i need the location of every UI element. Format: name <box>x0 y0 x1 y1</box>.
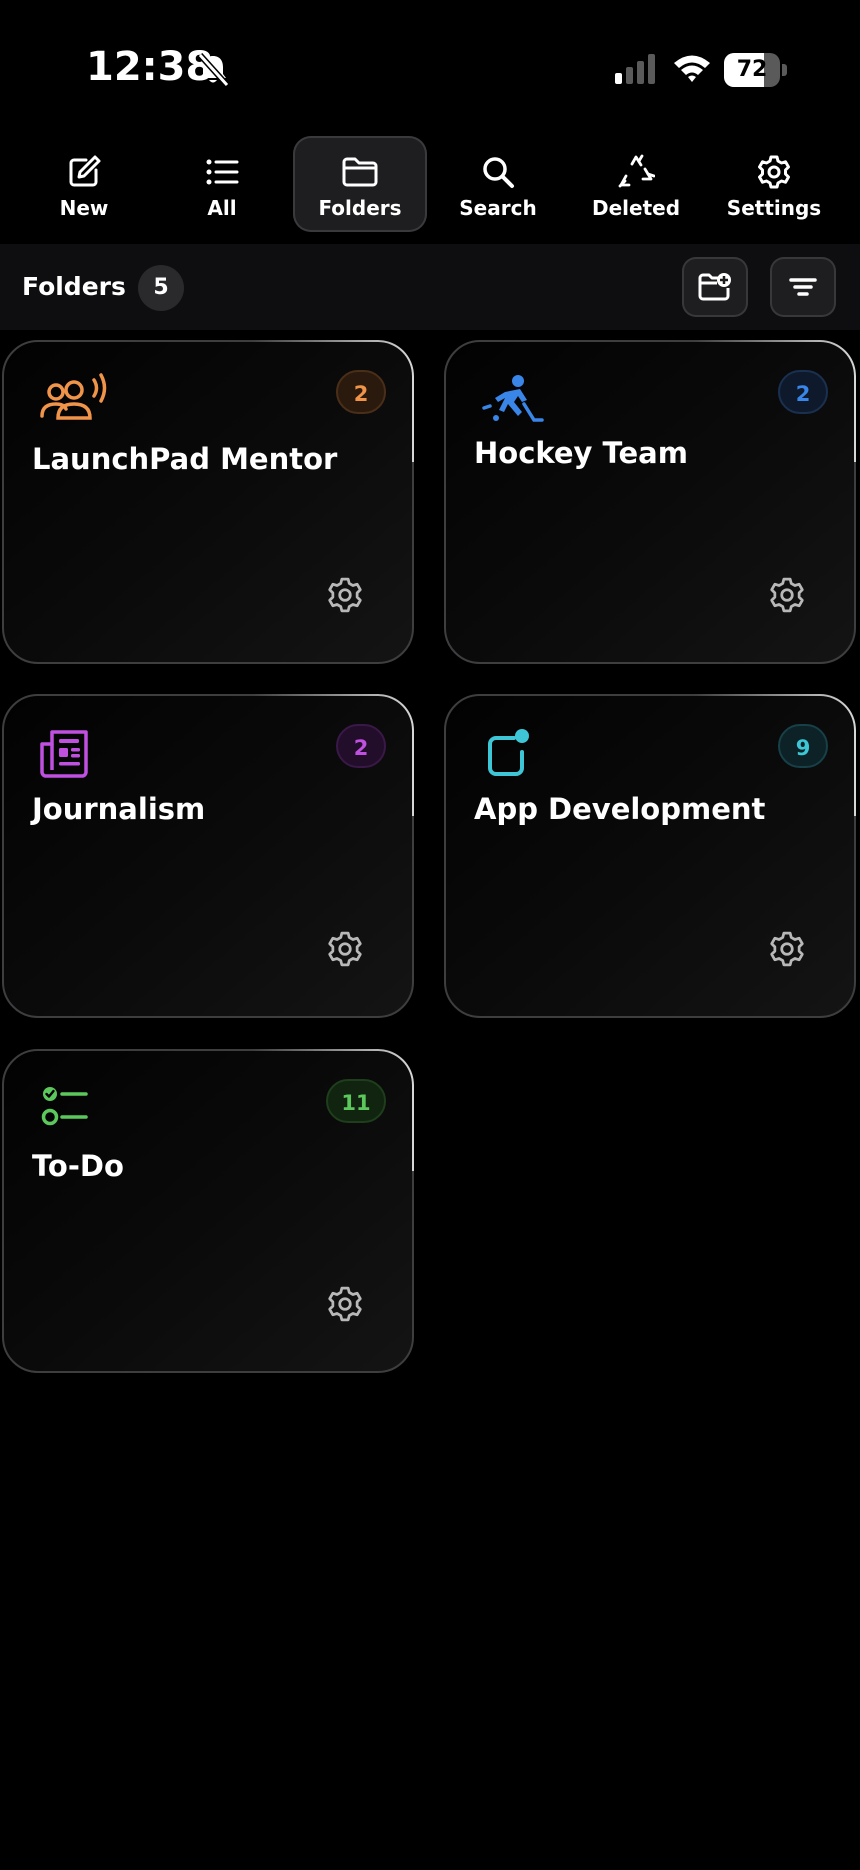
new-folder-button[interactable] <box>682 257 748 317</box>
folder-settings-gear-icon[interactable] <box>326 1285 364 1323</box>
nav-folders-label: Folders <box>318 196 402 220</box>
nav-folders[interactable]: Folders <box>293 136 427 232</box>
folder-count-badge: 9 <box>778 724 828 768</box>
folder-card-to-do[interactable]: 11 To-Do <box>2 1049 414 1373</box>
checklist-icon <box>41 1087 88 1126</box>
folder-count-badge: 5 <box>138 265 184 311</box>
folder-card-journalism[interactable]: 2 Journalism <box>2 694 414 1018</box>
nav-search-label: Search <box>459 196 537 220</box>
folder-name: LaunchPad Mentor <box>32 442 338 476</box>
search-icon <box>483 157 514 188</box>
folder-count-badge: 11 <box>326 1079 386 1123</box>
folder-count-badge: 2 <box>778 370 828 414</box>
folder-name: Journalism <box>32 792 206 826</box>
folder-name: To-Do <box>32 1149 124 1183</box>
folder-settings-gear-icon[interactable] <box>326 930 364 968</box>
sort-button[interactable] <box>770 257 836 317</box>
recycle-icon <box>618 154 655 188</box>
nav-deleted[interactable]: Deleted <box>569 136 703 232</box>
nav-deleted-label: Deleted <box>591 196 681 220</box>
folder-plus-icon <box>698 273 731 301</box>
app-badge-icon <box>488 729 529 776</box>
folder-card-app-development[interactable]: 9 App Development <box>444 694 856 1018</box>
folder-name: Hockey Team <box>474 436 688 470</box>
battery-indicator: 72 <box>724 53 787 87</box>
folder-settings-gear-icon[interactable] <box>768 576 806 614</box>
hockey-player-icon <box>482 375 544 422</box>
list-icon <box>206 159 239 185</box>
bell-slash-icon <box>197 52 230 88</box>
folder-settings-gear-icon[interactable] <box>326 576 364 614</box>
nav-all[interactable]: All <box>155 136 289 232</box>
battery-percent: 72 <box>736 57 768 82</box>
people-speaking-icon <box>40 373 107 420</box>
newspaper-icon <box>40 730 88 778</box>
sort-lines-icon <box>789 278 817 296</box>
nav-new[interactable]: New <box>17 136 151 232</box>
status-bar: 12:38 72 <box>0 0 860 130</box>
top-navigation: New All Folders Search Deleted Settings <box>0 136 860 236</box>
compose-icon <box>69 155 101 187</box>
nav-all-label: All <box>207 196 237 220</box>
folder-name: App Development <box>474 792 766 826</box>
nav-settings[interactable]: Settings <box>707 136 841 232</box>
folder-icon <box>342 157 378 187</box>
status-time: 12:38 <box>86 44 214 90</box>
gear-icon <box>758 155 790 189</box>
nav-new-label: New <box>59 196 109 220</box>
folder-card-hockey-team[interactable]: 2 Hockey Team <box>444 340 856 664</box>
folder-count-badge: 2 <box>336 724 386 768</box>
folder-card-launchpad-mentor[interactable]: 2 LaunchPad Mentor <box>2 340 414 664</box>
page-title: Folders <box>22 272 126 301</box>
folder-count-badge: 2 <box>336 370 386 414</box>
nav-search[interactable]: Search <box>431 136 565 232</box>
nav-settings-label: Settings <box>726 196 822 220</box>
cellular-signal-icon <box>615 54 655 84</box>
folder-settings-gear-icon[interactable] <box>768 930 806 968</box>
folders-header: Folders 5 <box>0 244 860 330</box>
wifi-icon <box>674 55 710 82</box>
